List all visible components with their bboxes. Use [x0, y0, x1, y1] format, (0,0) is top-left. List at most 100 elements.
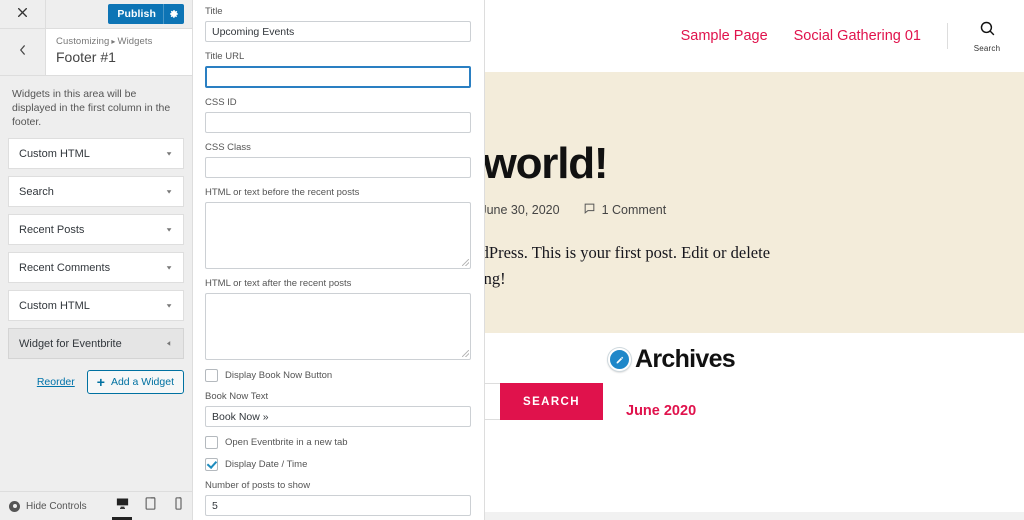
- site-search-toggle[interactable]: Search: [970, 20, 1004, 53]
- archives-heading: Archives: [635, 345, 736, 374]
- breadcrumb-current: Widgets: [117, 36, 153, 47]
- gear-icon[interactable]: [163, 4, 184, 24]
- html-before-wrap: [205, 202, 471, 269]
- widget-item-widget-for-eventbrite[interactable]: Widget for Eventbrite ▼: [8, 328, 184, 359]
- tablet-icon: [143, 496, 158, 516]
- html-after-textarea[interactable]: [205, 293, 471, 360]
- chevron-left-icon: ▼: [165, 339, 173, 348]
- widget-item-custom-html-2[interactable]: Custom HTML ▼: [8, 290, 184, 321]
- display-book-now-label: Display Book Now Button: [225, 370, 333, 381]
- field-html-before-label: HTML or text before the recent posts: [205, 187, 360, 198]
- post-comments-label[interactable]: 1 Comment: [602, 203, 667, 217]
- device-mobile-button[interactable]: [164, 492, 192, 520]
- display-date-time-label: Display Date / Time: [225, 459, 308, 470]
- device-preview-switcher: [108, 492, 192, 520]
- archives-item-june-2020[interactable]: June 2020: [626, 403, 735, 419]
- comment-icon: [583, 202, 596, 218]
- add-widget-button[interactable]: + Add a Widget: [86, 370, 184, 394]
- section-description: Widgets in this area will be displayed i…: [12, 88, 171, 128]
- field-title-url-label: Title URL: [205, 51, 245, 62]
- field-title-url: Title URL: [205, 51, 471, 88]
- add-widget-label: Add a Widget: [110, 376, 174, 388]
- field-title: Title: [205, 6, 471, 42]
- reorder-link[interactable]: Reorder: [37, 376, 75, 388]
- customizer-sidebar: Publish Customizing▸Widgets Footer #1: [0, 0, 193, 520]
- breadcrumb: Customizing ▸ Widgets: [56, 35, 153, 48]
- chevron-down-icon: ▼: [165, 264, 173, 271]
- field-css-id-label: CSS ID: [205, 97, 237, 108]
- field-open-new-tab[interactable]: Open Eventbrite in a new tab: [205, 436, 471, 449]
- nav-link-sample-page[interactable]: Sample Page: [681, 28, 768, 44]
- widget-label: Recent Posts: [19, 223, 85, 236]
- field-html-after-label: HTML or text after the recent posts: [205, 278, 352, 289]
- open-new-tab-checkbox[interactable]: [205, 436, 218, 449]
- field-book-now-text-label: Book Now Text: [205, 391, 269, 402]
- html-after-wrap: [205, 293, 471, 360]
- display-date-time-checkbox[interactable]: [205, 458, 218, 471]
- search-icon: [979, 20, 996, 42]
- device-desktop-button[interactable]: [108, 492, 136, 520]
- publish-label: Publish: [117, 8, 156, 20]
- chevron-down-icon: ▼: [165, 226, 173, 233]
- num-posts-input[interactable]: [205, 495, 471, 516]
- back-button[interactable]: [0, 29, 46, 75]
- widget-label: Custom HTML: [19, 299, 90, 312]
- breadcrumb-root: Customizing: [56, 36, 110, 47]
- archives-widget: Archives June 2020: [608, 345, 736, 419]
- post-date-label: June 30, 2020: [480, 203, 560, 217]
- field-num-posts: Number of posts to show: [205, 480, 471, 516]
- post-comments: 1 Comment: [583, 202, 667, 218]
- field-book-now-text: Book Now Text: [205, 391, 471, 427]
- widget-label: Widget for Eventbrite: [19, 337, 122, 350]
- desktop-icon: [115, 496, 130, 516]
- chevron-down-icon: ▼: [165, 302, 173, 309]
- widget-settings-panel: Title Title URL CSS ID CSS Class HTML or…: [192, 0, 485, 520]
- hide-controls-label: Hide Controls: [26, 500, 87, 512]
- field-num-posts-label: Number of posts to show: [205, 480, 311, 491]
- edit-pencil-icon[interactable]: [608, 348, 631, 372]
- field-html-before: HTML or text before the recent posts: [205, 187, 471, 269]
- nav-link-social-gathering[interactable]: Social Gathering 01: [794, 28, 921, 44]
- widget-label: Search: [19, 185, 54, 198]
- field-css-id: CSS ID: [205, 97, 471, 133]
- close-customizer-button[interactable]: [0, 0, 46, 28]
- customizer-footer: Hide Controls: [0, 491, 192, 520]
- field-title-label: Title: [205, 6, 223, 17]
- widget-actions: Reorder + Add a Widget: [0, 366, 192, 394]
- display-book-now-checkbox[interactable]: [205, 369, 218, 382]
- open-new-tab-label: Open Eventbrite in a new tab: [225, 437, 348, 448]
- device-tablet-button[interactable]: [136, 492, 164, 520]
- book-now-text-input[interactable]: [205, 406, 471, 427]
- widget-item-recent-posts[interactable]: Recent Posts ▼: [8, 214, 184, 245]
- site-search-button[interactable]: SEARCH: [500, 383, 603, 421]
- chevron-left-icon: [18, 43, 27, 61]
- field-display-date-time[interactable]: Display Date / Time: [205, 458, 471, 471]
- widget-label: Custom HTML: [19, 147, 90, 160]
- widget-label: Recent Comments: [19, 261, 111, 274]
- field-css-class: CSS Class: [205, 142, 471, 178]
- mobile-icon: [171, 496, 186, 516]
- hide-controls-icon: [9, 500, 20, 512]
- field-display-book-now[interactable]: Display Book Now Button: [205, 369, 471, 382]
- widget-item-custom-html-1[interactable]: Custom HTML ▼: [8, 138, 184, 169]
- customizer-title-row: Customizing ▸ Widgets Footer #1: [0, 29, 192, 76]
- chevron-down-icon: ▼: [165, 150, 173, 157]
- site-search-label: Search: [973, 43, 1001, 53]
- html-before-textarea[interactable]: [205, 202, 471, 269]
- widget-item-recent-comments[interactable]: Recent Comments ▼: [8, 252, 184, 283]
- publish-button[interactable]: Publish: [108, 4, 184, 24]
- widget-item-search[interactable]: Search ▼: [8, 176, 184, 207]
- breadcrumb-separator: ▸: [111, 37, 116, 46]
- title-url-input[interactable]: [205, 66, 471, 88]
- nav-divider: [947, 23, 948, 49]
- widget-list: Custom HTML ▼ Search ▼ Recent Posts ▼ Re…: [0, 138, 192, 366]
- title-input[interactable]: [205, 21, 471, 42]
- css-id-input[interactable]: [205, 112, 471, 133]
- chevron-down-icon: ▼: [165, 188, 173, 195]
- page-title: Footer #1: [56, 49, 116, 65]
- css-class-input[interactable]: [205, 157, 471, 178]
- customizer-header: Publish: [0, 0, 192, 29]
- field-css-class-label: CSS Class: [205, 142, 251, 153]
- hide-controls-button[interactable]: Hide Controls: [0, 500, 87, 512]
- close-x-icon: [17, 5, 28, 23]
